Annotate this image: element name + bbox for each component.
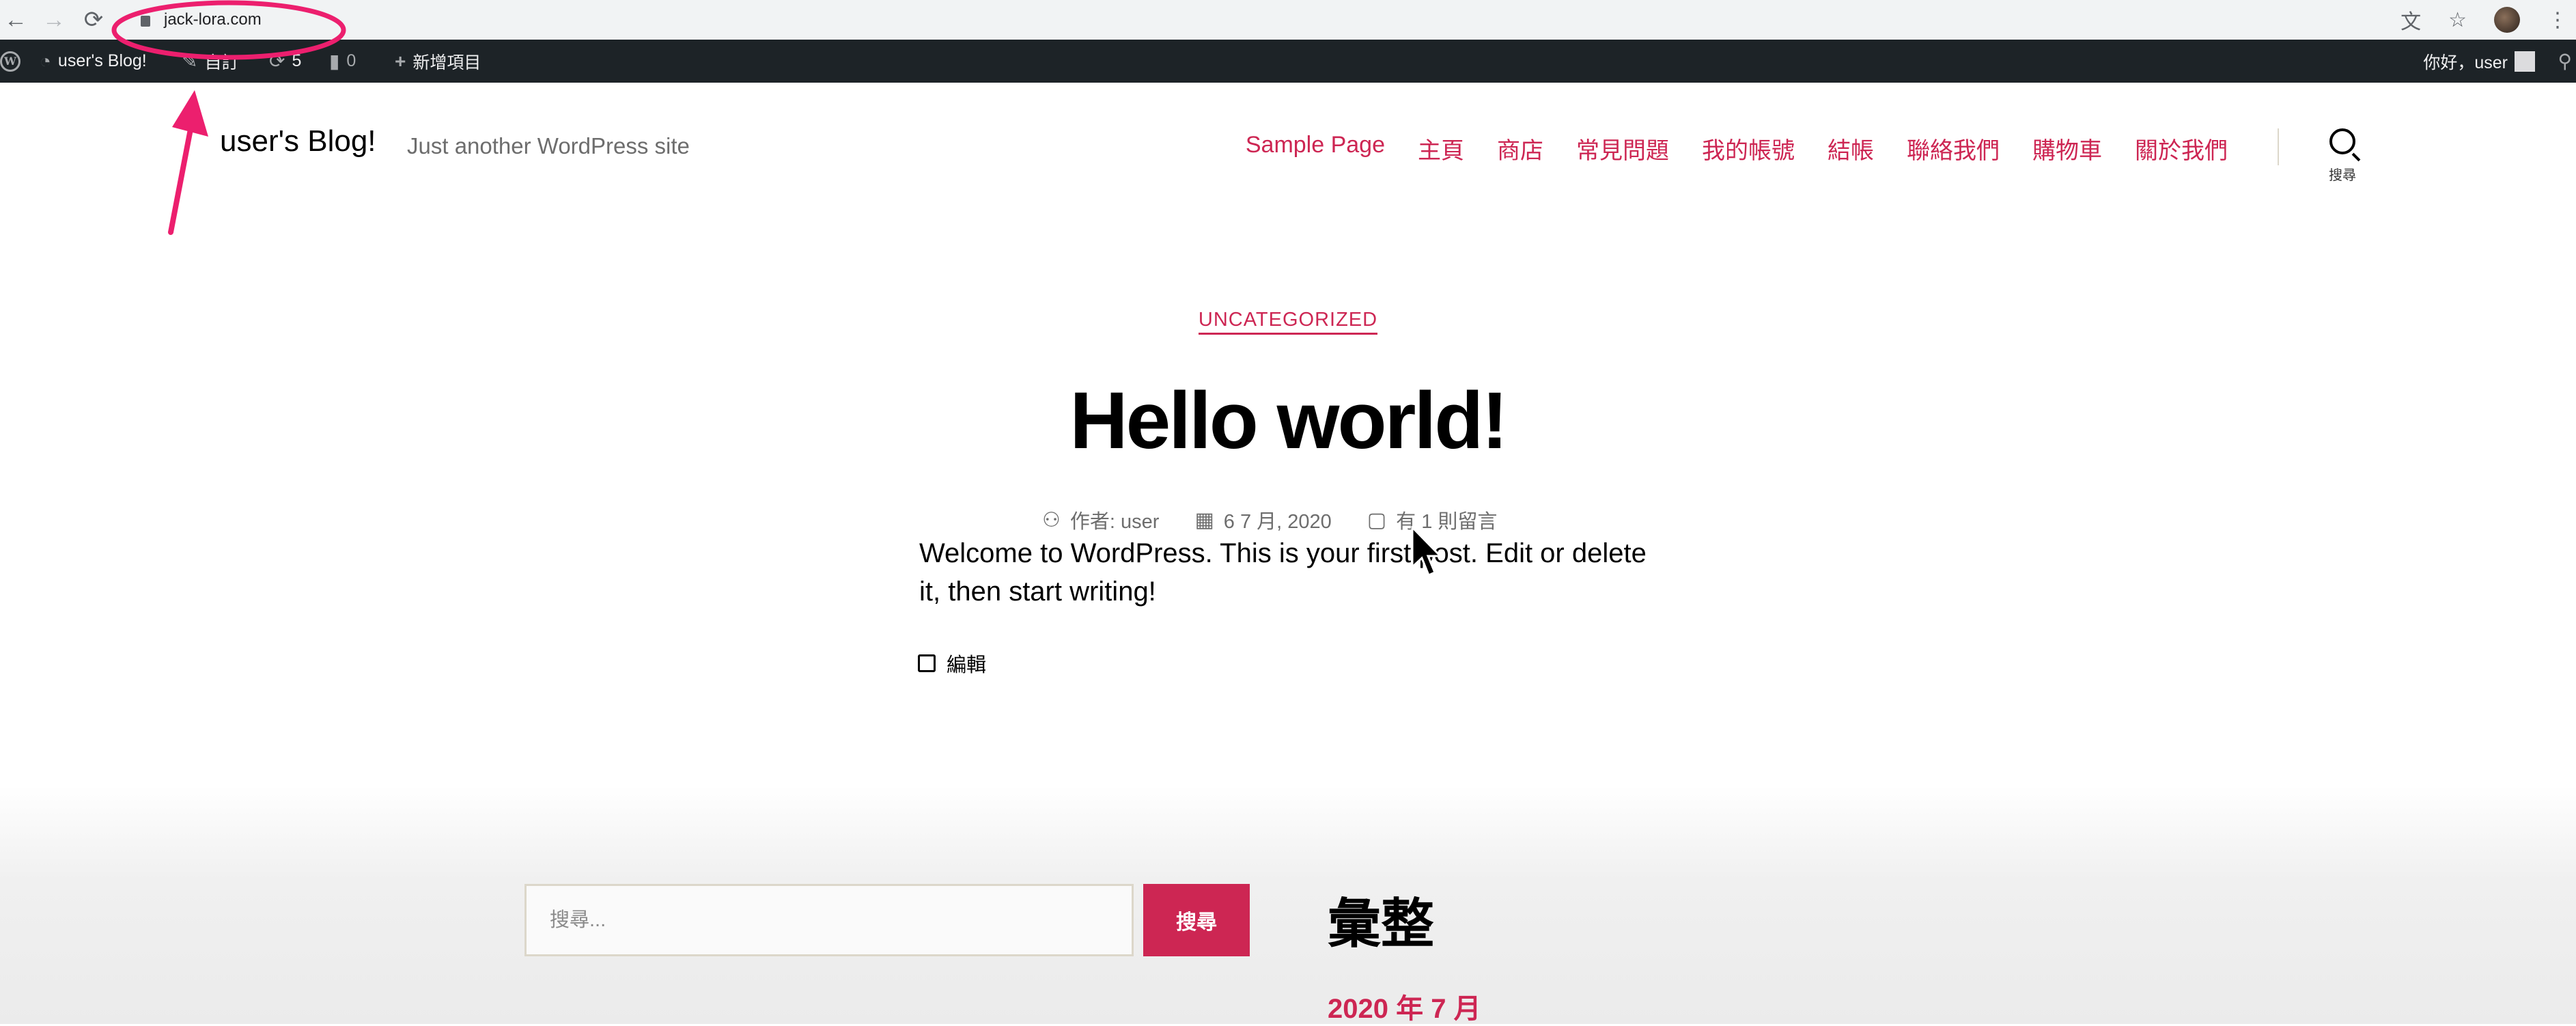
highlight-ellipse <box>111 0 346 60</box>
annotation-arrow-head <box>172 90 208 137</box>
annotation-overlay <box>111 0 346 235</box>
